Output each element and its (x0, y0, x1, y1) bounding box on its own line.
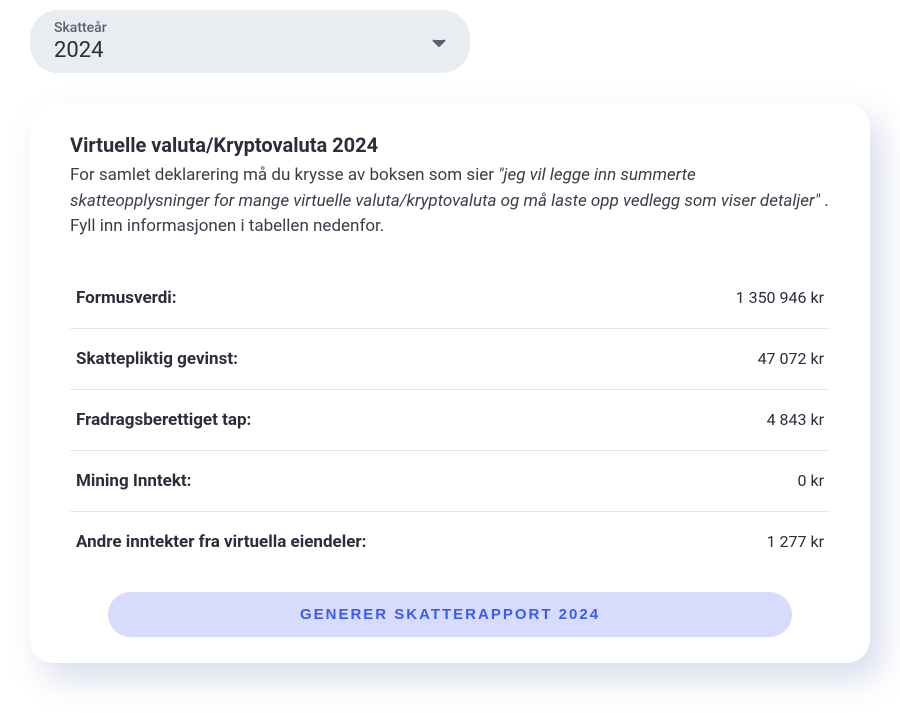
description-pre: For samlet deklarering må du krysse av b… (70, 165, 498, 185)
tax-row-value: 1 350 946 kr (736, 288, 824, 307)
card-title: Virtuelle valuta/Kryptovaluta 2024 (70, 133, 830, 157)
tax-row-andre: Andre inntekter fra virtuella eiendeler:… (70, 512, 830, 572)
generate-report-button[interactable]: GENERER SKATTERAPPORT 2024 (108, 592, 792, 637)
tax-row-label: Fradragsberettiget tap: (76, 410, 251, 430)
tax-summary-card: Virtuelle valuta/Kryptovaluta 2024 For s… (30, 103, 870, 663)
card-description: For samlet deklarering må du krysse av b… (70, 163, 830, 240)
tax-row-gevinst: Skattepliktig gevinst: 47 072 kr (70, 329, 830, 390)
tax-row-label: Skattepliktig gevinst: (76, 349, 238, 369)
tax-row-mining: Mining Inntekt: 0 kr (70, 451, 830, 512)
tax-year-value: 2024 (54, 38, 107, 63)
chevron-down-icon (432, 32, 446, 51)
tax-year-label: Skatteår (54, 20, 107, 36)
tax-rows-container: Formusverdi: 1 350 946 kr Skattepliktig … (70, 268, 830, 572)
tax-row-value: 4 843 kr (767, 410, 824, 429)
tax-row-label: Formusverdi: (76, 288, 177, 308)
tax-year-selector[interactable]: Skatteår 2024 (30, 10, 470, 73)
tax-row-label: Mining Inntekt: (76, 471, 191, 491)
tax-row-value: 0 kr (798, 471, 825, 490)
tax-row-value: 1 277 kr (767, 532, 824, 551)
tax-row-label: Andre inntekter fra virtuella eiendeler: (76, 532, 366, 552)
tax-row-tap: Fradragsberettiget tap: 4 843 kr (70, 390, 830, 451)
tax-row-value: 47 072 kr (758, 349, 824, 368)
tax-year-content: Skatteår 2024 (54, 20, 107, 63)
tax-row-formusverdi: Formusverdi: 1 350 946 kr (70, 268, 830, 329)
